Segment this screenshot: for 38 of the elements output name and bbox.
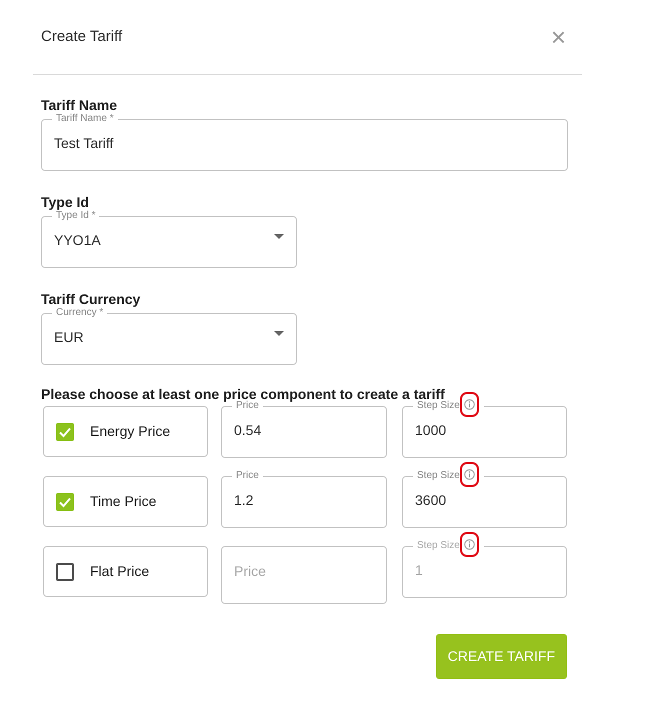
field-label: Currency * — [56, 307, 104, 319]
checkbox[interactable] — [56, 492, 74, 510]
info-icon[interactable] — [464, 399, 475, 410]
field-label: Step Size — [417, 400, 460, 412]
field-label: Tariff Name * — [56, 113, 114, 125]
input-field[interactable]: Tariff Name * Test Tariff — [41, 113, 568, 171]
input-field[interactable]: Step Size 1000 — [402, 400, 567, 458]
field-label: Type Id * — [56, 210, 96, 222]
instruction-text: Please choose at least one price component to create a tariff — [41, 385, 445, 402]
field-value-input[interactable]: 1.2 — [234, 490, 374, 511]
select-field[interactable]: Currency * EUR — [41, 307, 297, 365]
section-heading: Tariff Currency — [41, 290, 140, 308]
field-label: Step Size — [417, 470, 460, 482]
input-field[interactable]: Price 1.2 — [221, 470, 387, 528]
field-label: Price — [236, 470, 259, 482]
field-value-input[interactable]: YYO1A — [54, 230, 274, 251]
select-field[interactable]: Type Id * YYO1A — [41, 210, 297, 268]
info-icon[interactable] — [464, 469, 475, 480]
checkbox[interactable] — [56, 562, 74, 580]
dropdown-caret-icon — [274, 234, 284, 239]
field-value-input[interactable]: 1000 — [415, 420, 554, 441]
dialog-title: Create Tariff — [41, 26, 122, 47]
field-label: Step Size — [417, 540, 460, 552]
dropdown-caret-icon — [274, 331, 284, 336]
checkbox[interactable] — [56, 422, 74, 440]
checkbox-option[interactable]: Energy Price — [43, 406, 208, 457]
input-field[interactable]: Step Size 3600 — [402, 470, 567, 528]
field-value-input[interactable]: Test Tariff — [54, 133, 555, 154]
section-heading: Type Id — [41, 193, 89, 210]
field-value-input[interactable]: 3600 — [415, 490, 554, 511]
checkbox-option[interactable]: Flat Price — [43, 546, 208, 597]
field-value-input[interactable]: Price — [234, 561, 374, 582]
field-label: Price — [236, 400, 259, 412]
section-heading: Tariff Name — [41, 96, 117, 114]
field-value-input[interactable]: 0.54 — [234, 420, 374, 441]
input-field[interactable]: Price — [221, 546, 387, 604]
field-value-input[interactable]: EUR — [54, 327, 274, 348]
checkbox-option[interactable]: Time Price — [43, 476, 208, 527]
